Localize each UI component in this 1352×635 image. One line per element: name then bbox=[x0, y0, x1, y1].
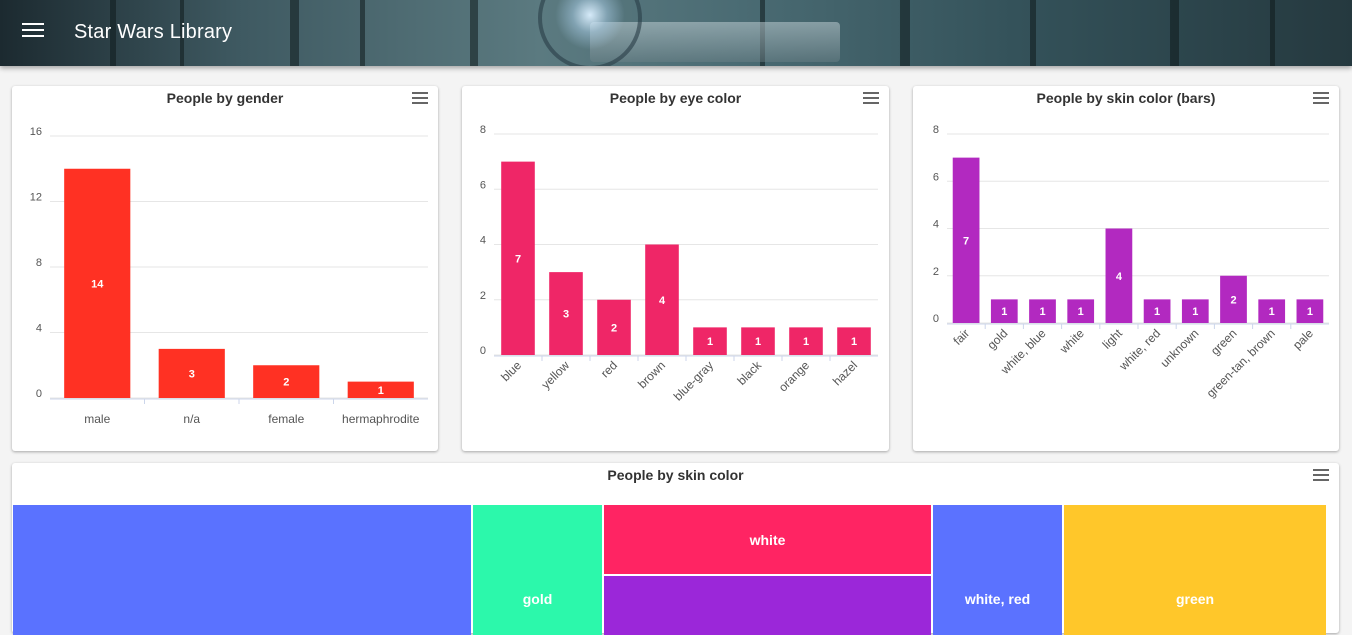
chart-context-menu-icon[interactable] bbox=[1313, 469, 1329, 481]
hamburger-menu-icon[interactable] bbox=[22, 23, 44, 43]
y-tick-label: 0 bbox=[933, 313, 939, 325]
data-label: 1 bbox=[1078, 306, 1084, 318]
y-tick-label: 4 bbox=[36, 323, 42, 335]
chart-card-skin-color-treemap: People by skin color gold white white, r… bbox=[12, 463, 1339, 635]
background-tree bbox=[1270, 0, 1275, 66]
y-tick-label: 8 bbox=[480, 124, 486, 136]
data-label: 1 bbox=[1039, 306, 1045, 318]
data-label: 4 bbox=[1116, 271, 1123, 283]
data-label: 1 bbox=[1154, 306, 1160, 318]
y-tick-label: 6 bbox=[480, 179, 486, 191]
y-tick-label: 8 bbox=[36, 257, 42, 269]
y-tick-label: 8 bbox=[933, 124, 939, 136]
data-label: 2 bbox=[611, 322, 617, 334]
data-label: 1 bbox=[1001, 306, 1007, 318]
background-tree bbox=[470, 0, 478, 66]
treemap-tile[interactable]: white bbox=[604, 505, 931, 574]
x-tick-label: green bbox=[1208, 326, 1240, 358]
treemap-tile[interactable]: gold bbox=[473, 505, 602, 635]
background-tree bbox=[360, 0, 365, 66]
chart-card-eye-color: People by eye color 0 2 4 6 8 7 blue 3 yellow 2 re… bbox=[462, 86, 889, 451]
tile-label: white bbox=[749, 531, 786, 548]
x-tick-label: gold bbox=[984, 326, 1010, 352]
x-tick-label: red bbox=[598, 358, 620, 380]
data-label: 2 bbox=[1230, 294, 1236, 306]
treemap-tile[interactable]: white, red bbox=[933, 505, 1062, 635]
y-tick-label: 4 bbox=[933, 219, 939, 231]
tile-label: gold bbox=[522, 591, 553, 607]
data-label: 4 bbox=[659, 295, 666, 307]
data-label: 3 bbox=[563, 309, 569, 321]
x-tick-label: white bbox=[1056, 326, 1087, 357]
treemap-tile[interactable] bbox=[604, 576, 931, 635]
y-tick-label: 12 bbox=[30, 192, 42, 204]
tile-label: green bbox=[1175, 591, 1215, 607]
x-tick-label: orange bbox=[776, 358, 813, 395]
background-tree bbox=[1170, 0, 1179, 66]
x-tick-label: black bbox=[734, 358, 764, 388]
x-tick-label: female bbox=[268, 412, 304, 426]
bar-chart-gender: 0 4 8 12 16 14 male 3 n/a 2 female 1 hermaphrodite bbox=[30, 126, 428, 426]
background-tree bbox=[290, 0, 299, 66]
x-tick-label: hermaphrodite bbox=[342, 412, 420, 426]
x-tick-label: blue bbox=[498, 358, 524, 384]
data-label: 2 bbox=[283, 377, 289, 389]
bar-chart-skin-color: 024687fair1gold1white, blue1white4light1… bbox=[933, 124, 1329, 400]
background-tree bbox=[900, 0, 910, 66]
x-tick-label: light bbox=[1100, 326, 1126, 352]
y-tick-label: 2 bbox=[480, 290, 486, 302]
bar-chart-eye-color: 0 2 4 6 8 7 blue 3 yellow 2 red 4 brown 1 blue-gray 1 bl… bbox=[480, 124, 878, 403]
data-label: 7 bbox=[515, 253, 521, 265]
y-tick-label: 0 bbox=[480, 345, 486, 357]
data-label: 1 bbox=[851, 336, 857, 348]
x-tick-label: brown bbox=[635, 358, 668, 391]
chart-title: People by skin color bbox=[607, 467, 744, 483]
app-title: Star Wars Library bbox=[74, 21, 233, 43]
y-tick-label: 16 bbox=[30, 126, 42, 138]
data-label: 14 bbox=[91, 278, 104, 290]
x-tick-label: male bbox=[84, 412, 110, 426]
tile-label: white, red bbox=[964, 591, 1031, 607]
x-tick-label: white, red bbox=[1116, 326, 1163, 373]
y-tick-label: 0 bbox=[36, 388, 42, 400]
x-tick-label: yellow bbox=[539, 358, 573, 392]
x-tick-label: n/a bbox=[183, 412, 200, 426]
chart-card-gender: People by gender 0 4 8 12 16 14 male 3 n/a 2 femal… bbox=[12, 86, 438, 451]
treemap-tile[interactable] bbox=[13, 505, 471, 635]
y-tick-label: 2 bbox=[933, 266, 939, 278]
data-label: 1 bbox=[755, 336, 761, 348]
y-tick-label: 6 bbox=[933, 171, 939, 183]
data-label: 1 bbox=[378, 385, 384, 397]
data-label: 1 bbox=[803, 336, 809, 348]
data-label: 1 bbox=[1307, 306, 1313, 318]
data-label: 3 bbox=[189, 368, 195, 380]
data-label: 1 bbox=[707, 336, 713, 348]
x-tick-label: fair bbox=[951, 326, 973, 348]
x-tick-label: green-tan, brown bbox=[1204, 326, 1278, 400]
background-tree bbox=[1030, 0, 1036, 66]
app-bar: Star Wars Library bbox=[0, 0, 1352, 66]
chart-card-skin-color-bars: People by skin color (bars) 0 2 4 6 8 7 fair 1 g… bbox=[913, 86, 1339, 451]
data-label: 1 bbox=[1269, 306, 1275, 318]
x-tick-label: unknown bbox=[1158, 326, 1202, 370]
x-tick-label: pale bbox=[1290, 326, 1316, 352]
x-tick-label: blue-gray bbox=[671, 358, 716, 403]
x-tick-label: hazel bbox=[830, 358, 860, 388]
y-tick-label: 4 bbox=[480, 235, 486, 247]
treemap-tile[interactable]: green bbox=[1064, 505, 1326, 635]
data-label: 1 bbox=[1192, 306, 1198, 318]
data-label: 7 bbox=[963, 235, 969, 247]
